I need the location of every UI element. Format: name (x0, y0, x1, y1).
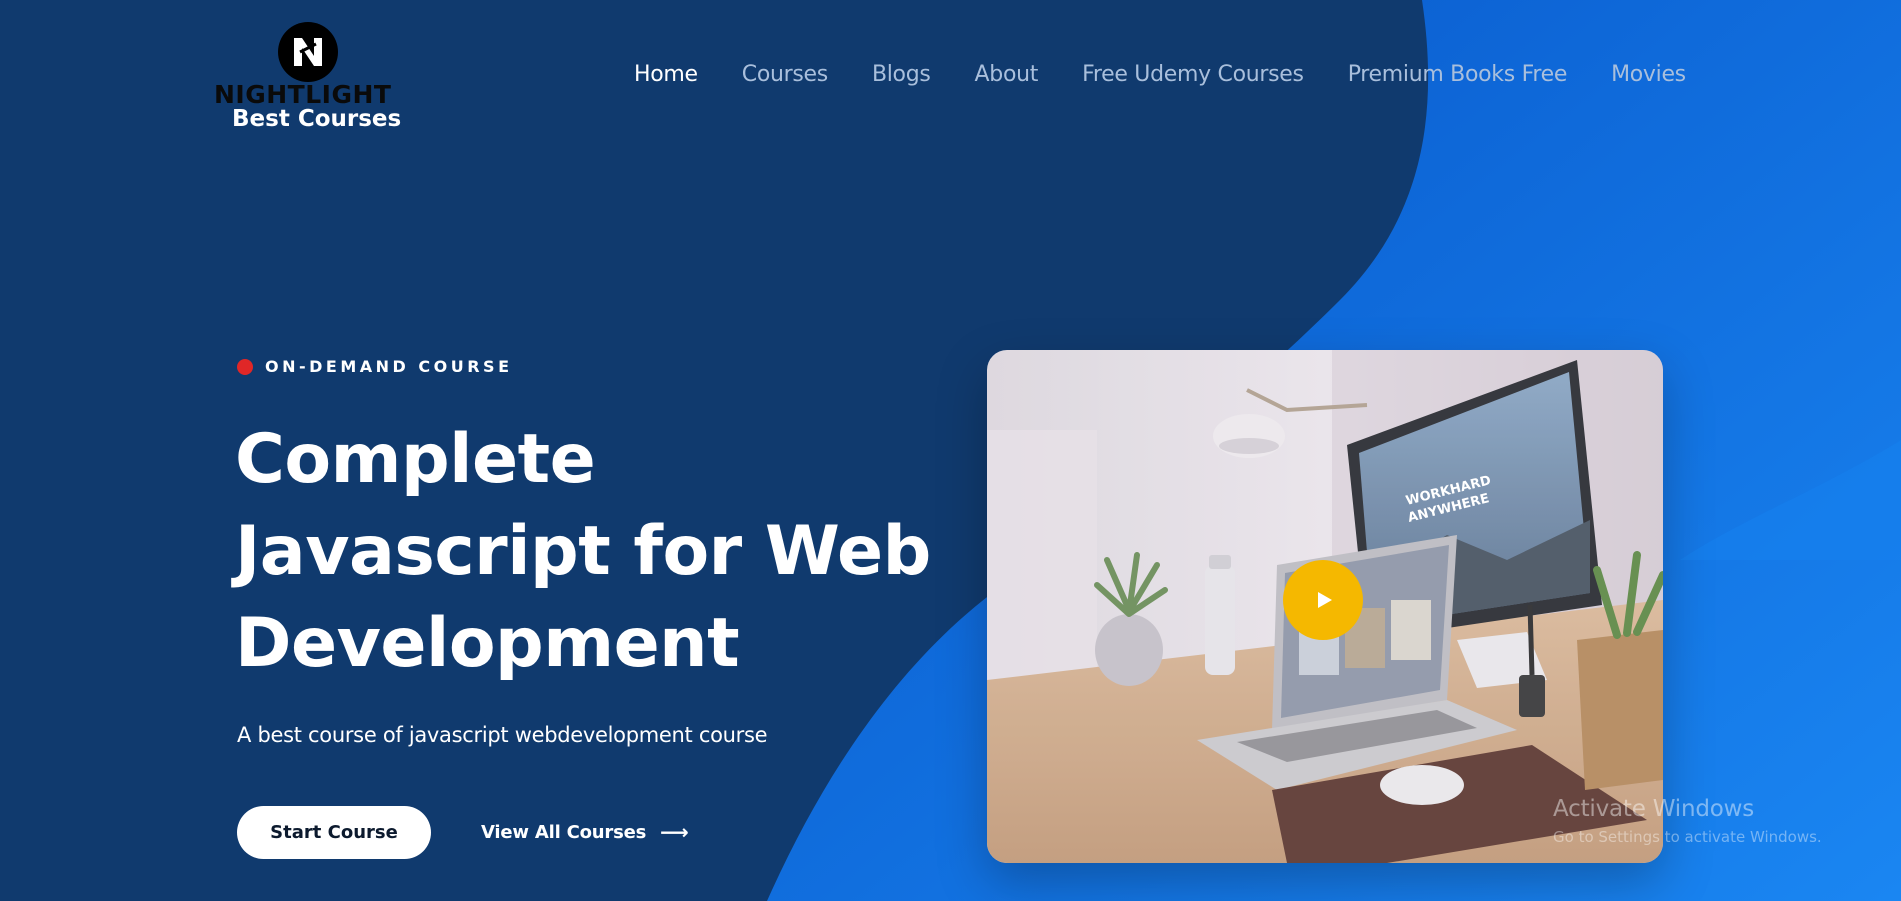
main-nav: Home Courses Blogs About Free Udemy Cour… (634, 62, 1730, 87)
nav-item-movies[interactable]: Movies (1611, 62, 1686, 87)
view-all-courses-link[interactable]: View All Courses ⟶ (481, 820, 689, 844)
watermark-title: Activate Windows (1553, 796, 1755, 822)
logo-tagline: Best Courses (232, 106, 402, 132)
nav-item-blogs[interactable]: Blogs (872, 62, 931, 87)
nav-item-courses[interactable]: Courses (742, 62, 828, 87)
site-logo[interactable]: NIGHTLIGHT Best Courses (214, 20, 404, 132)
nav-item-about[interactable]: About (975, 62, 1039, 87)
activate-windows-watermark: Activate Windows Go to Settings to activ… (1553, 796, 1822, 846)
eyebrow: ON-DEMAND COURSE (237, 357, 513, 376)
hero-subtitle: A best course of javascript webdevelopme… (237, 723, 768, 747)
nav-item-home[interactable]: Home (634, 62, 698, 87)
play-icon (1318, 592, 1332, 608)
nav-item-free-udemy-courses[interactable]: Free Udemy Courses (1082, 62, 1304, 87)
logo-wordmark: NIGHTLIGHT (214, 80, 392, 109)
hero-title: Complete Javascript for Web Development (235, 420, 931, 683)
nav-item-premium-books-free[interactable]: Premium Books Free (1348, 62, 1568, 87)
arrow-right-icon: ⟶ (660, 820, 689, 844)
view-all-courses-label: View All Courses (481, 821, 647, 843)
play-video-button[interactable] (1283, 560, 1363, 640)
watermark-subtitle: Go to Settings to activate Windows. (1553, 828, 1822, 846)
logo-n-icon (278, 22, 338, 82)
live-dot-icon (237, 358, 253, 375)
start-course-button[interactable]: Start Course (237, 806, 431, 859)
eyebrow-label: ON-DEMAND COURSE (265, 357, 513, 376)
